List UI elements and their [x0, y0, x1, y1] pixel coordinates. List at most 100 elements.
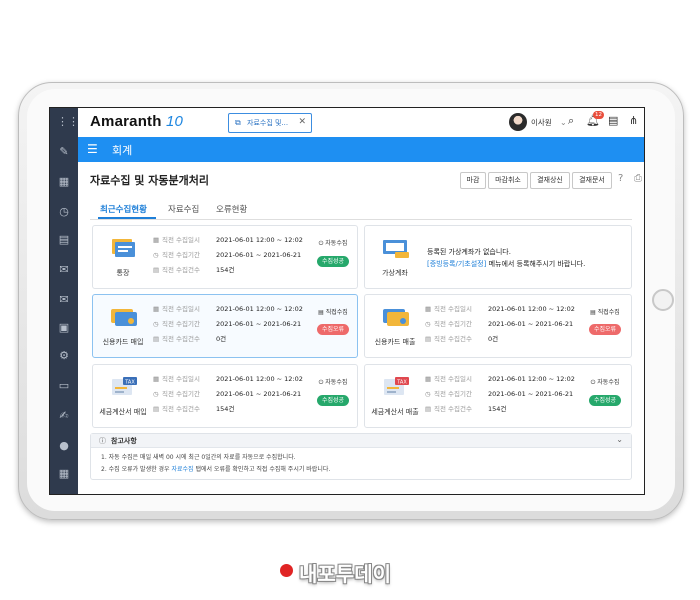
- clock-icon: ◷: [425, 320, 431, 328]
- notice-line-2: 2. 수집 오류가 발생한 경우 자료수집 탭에서 오류를 확인하고 직접 수집…: [101, 466, 331, 473]
- envelope-icon[interactable]: ✉: [57, 294, 71, 306]
- status-badge: 수집오류: [316, 324, 350, 335]
- open-tab-label: 자료수집 및...: [247, 119, 289, 127]
- card-tax-sales[interactable]: TAX 세금계산서 매출 ▦ 직전 수집일시 2021-06-01 12:00 ~ …: [364, 364, 632, 428]
- status-block: ⏻ 자동수집 수집성공: [316, 379, 350, 406]
- card-bank[interactable]: 통장 ▦ 직전 수집일시 2021-06-01 12:00 ~ 12:02 ◷ 직전 …: [92, 225, 358, 289]
- status-block: ⏻ 자동수집 수집성공: [588, 379, 622, 406]
- svg-text:TAX: TAX: [396, 380, 407, 386]
- person-icon[interactable]: ●: [57, 440, 71, 452]
- tab-bar: 최근수집현황 자료수집 오류현황: [90, 201, 632, 220]
- home-button: [652, 289, 674, 311]
- credit-card-icon: [111, 309, 137, 326]
- pen-icon[interactable]: ✎: [57, 146, 71, 158]
- notice-title: 참고사항: [111, 437, 137, 445]
- chevron-down-icon[interactable]: ⌄: [616, 435, 623, 444]
- watermark-text: 내포투데이: [299, 562, 391, 586]
- card-credit-purchase[interactable]: 신용카드 매입 ▦ 직전 수집일시 2021-06-01 12:00 ~ 12:02…: [92, 294, 358, 358]
- print-icon[interactable]: ⎙: [634, 172, 642, 186]
- bank-book-icon: [112, 239, 135, 257]
- schedule-icon[interactable]: ◷: [57, 206, 71, 218]
- status-block: ▤ 직접수집 수집오류: [588, 309, 622, 335]
- list-icon: ▤: [153, 335, 160, 343]
- empty-message: 등록된 가상계좌가 없습니다. [증빙등록/기초설정] 메뉴에서 등록해주시기 …: [427, 248, 586, 268]
- approval-submit-button[interactable]: 결재상신: [530, 172, 570, 189]
- settings-icon[interactable]: ⚙: [57, 350, 71, 362]
- list-icon: ▤: [153, 405, 160, 413]
- card-label: 통장: [116, 269, 130, 277]
- cancel-close-button[interactable]: 마감취소: [488, 172, 528, 189]
- card-credit-sales[interactable]: 신용카드 매출 ▦ 직전 수집일시 2021-06-01 12:00 ~ 12:02…: [364, 294, 632, 358]
- edit-doc-icon[interactable]: ✍: [57, 410, 71, 422]
- auto-sync-icon: ⏻: [318, 240, 324, 247]
- tax-invoice-icon: TAX: [384, 377, 409, 395]
- clock-icon: ◷: [153, 251, 159, 259]
- clock-icon: ◷: [153, 390, 159, 398]
- search-icon[interactable]: ⌕: [568, 114, 574, 128]
- apps-grid-icon[interactable]: ⋮⋮: [57, 116, 79, 128]
- approval-doc-button[interactable]: 결재문서: [572, 172, 612, 189]
- help-icon[interactable]: ?: [618, 172, 623, 186]
- credit-card-icon: [383, 309, 409, 326]
- clipboard-icon[interactable]: ▤: [57, 234, 71, 246]
- document-icon[interactable]: ▤: [608, 114, 618, 128]
- calculator-icon[interactable]: ▦: [57, 468, 71, 480]
- status-badge: 수집성공: [588, 395, 622, 406]
- external-link-icon: ⧉: [235, 118, 241, 127]
- list-icon: ▤: [425, 405, 432, 413]
- manual-sync-icon: ▤: [318, 309, 324, 316]
- list-icon: ▤: [153, 266, 160, 274]
- hamburger-icon[interactable]: ☰: [87, 143, 98, 155]
- page-title: 자료수집 및 자동분개처리: [90, 174, 209, 187]
- user-avatar[interactable]: [509, 113, 527, 131]
- contacts-icon[interactable]: ▣: [57, 322, 71, 334]
- menu-title: 회계: [112, 144, 133, 157]
- calendar-icon: ▦: [425, 305, 432, 313]
- close-button[interactable]: 마감: [460, 172, 486, 189]
- virtual-account-icon: [383, 240, 409, 258]
- monitor-icon[interactable]: ▭: [57, 380, 71, 392]
- auto-sync-icon: ⏻: [318, 379, 324, 386]
- auto-sync-icon: ⏻: [590, 379, 596, 386]
- close-tab-icon[interactable]: ✕: [298, 117, 306, 127]
- tax-invoice-icon: TAX: [112, 377, 137, 395]
- list-icon: ▤: [425, 335, 432, 343]
- card-tax-purchase[interactable]: TAX 세금계산서 매입 ▦ 직전 수집일시 2021-06-01 12:00 ~ …: [92, 364, 358, 428]
- org-chart-icon[interactable]: ⋔: [629, 114, 638, 128]
- app-logo[interactable]: Amaranth 10: [90, 113, 183, 130]
- page-header: 자료수집 및 자동분개처리 마감 마감취소 결재상신 결재문서 ? ⎙ ☆: [78, 162, 644, 194]
- clock-icon: ◷: [153, 320, 159, 328]
- top-bar: Amaranth 10 ⧉ 자료수집 및... ✕ 이사원 ⌄ ⌕ 🔔︎ 12 …: [78, 108, 644, 138]
- status-badge: 수집성공: [316, 395, 350, 406]
- setup-link[interactable]: [증빙등록/기초설정]: [427, 260, 486, 268]
- calendar-icon: ▦: [153, 375, 160, 383]
- clock-icon: ◷: [425, 390, 431, 398]
- info-icon: ⓘ: [99, 437, 106, 445]
- active-tab-indicator: [98, 217, 156, 219]
- card-label: 신용카드 매입: [102, 338, 144, 346]
- manual-sync-icon: ▤: [590, 309, 596, 316]
- notice-panel: ⓘ 참고사항 ⌄ 1. 자동 수집은 매일 새벽 00 시에 최근 0일간의 자…: [90, 433, 632, 480]
- tab-recent[interactable]: 최근수집현황: [100, 203, 147, 215]
- chevron-down-icon[interactable]: ⌄: [560, 116, 567, 130]
- status-badge: 수집오류: [588, 324, 622, 335]
- card-label: 신용카드 매출: [374, 338, 416, 346]
- calendar-icon[interactable]: ▦: [57, 176, 71, 188]
- card-label: 세금계산서 매입: [99, 408, 147, 416]
- card-label: 세금계산서 매출: [371, 408, 419, 416]
- mail-list-icon[interactable]: ✉: [57, 264, 71, 276]
- sidebar: ⋮⋮ ✎ ▦ ◷ ▤ ✉ ✉ ▣ ⚙ ▭ ✍ ● ▦: [50, 108, 79, 494]
- tab-collect[interactable]: 자료수집: [168, 203, 199, 215]
- open-tab-chip[interactable]: ⧉ 자료수집 및... ✕: [228, 113, 312, 133]
- tab-errors[interactable]: 오류현황: [216, 203, 247, 215]
- status-block: ⏻ 자동수집 수집성공: [316, 240, 350, 267]
- notice-header[interactable]: ⓘ 참고사항 ⌄: [91, 434, 631, 448]
- status-badge: 수집성공: [316, 256, 350, 267]
- card-virtual-account[interactable]: 가상계좌 등록된 가상계좌가 없습니다. [증빙등록/기초설정] 메뉴에서 등록…: [364, 225, 632, 289]
- user-name[interactable]: 이사원: [531, 117, 552, 128]
- card-label: 가상계좌: [382, 269, 408, 277]
- collect-tab-link[interactable]: 자료수집: [171, 466, 193, 473]
- menu-bar: ☰ 회계: [78, 137, 644, 162]
- calendar-icon: ▦: [153, 305, 160, 313]
- svg-text:TAX: TAX: [124, 380, 135, 386]
